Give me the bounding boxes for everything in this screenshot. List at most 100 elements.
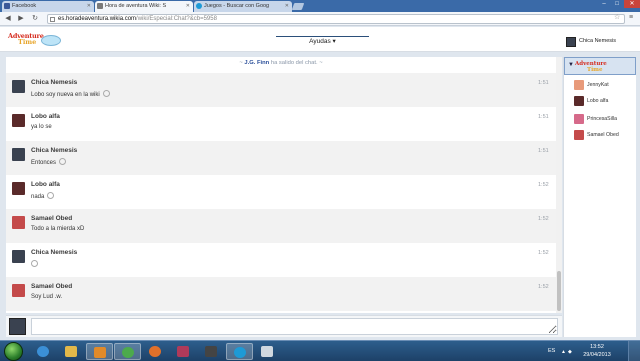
winrar-icon: [177, 346, 189, 357]
language-indicator[interactable]: ES: [548, 348, 555, 354]
back-icon[interactable]: ◀: [4, 15, 12, 23]
message-time: 1:51: [538, 148, 549, 154]
taskbar-firefox[interactable]: [142, 343, 169, 360]
avatar[interactable]: [12, 250, 25, 263]
chevron-down-icon[interactable]: ▼: [568, 62, 574, 68]
user-list-item[interactable]: JennyKat: [574, 80, 634, 92]
message-text: ya lo se: [31, 124, 52, 130]
taskbar-skype[interactable]: [226, 343, 253, 360]
tab-facebook[interactable]: Facebook ✕: [2, 1, 94, 12]
ie-icon: [37, 346, 49, 357]
message-time: 1:51: [538, 114, 549, 120]
room-header[interactable]: ▼ Adventure Time: [564, 57, 636, 75]
avatar[interactable]: [12, 182, 25, 195]
emoticon-icon: [31, 260, 38, 267]
alert-user[interactable]: J.G. Finn: [244, 60, 269, 66]
close-icon[interactable]: ✕: [87, 3, 91, 9]
skype-search-icon: [196, 3, 202, 9]
close-icon[interactable]: ✕: [186, 3, 190, 9]
help-dropdown[interactable]: Ayudas ▾: [276, 36, 369, 45]
chat-message-list: ~ J.G. Finn ha salido del chat. ~ Chica …: [6, 57, 556, 313]
network-icon[interactable]: ▲: [561, 349, 566, 355]
chrome-icon: [122, 347, 134, 358]
message-text: nada: [31, 192, 55, 200]
message-user[interactable]: Lobo alfa: [31, 181, 60, 188]
chat-message: Samael Obed Todo a la mierda xD 1:52: [6, 209, 556, 243]
wikia-icon: [97, 3, 103, 9]
chat-scrollbar[interactable]: [556, 57, 562, 313]
message-user[interactable]: Chica Nemesis: [31, 147, 77, 154]
chat-message: Lobo alfa ya lo se 1:51: [6, 107, 556, 141]
user-list-item[interactable]: PrincesaSilla: [574, 114, 634, 126]
taskbar-explorer[interactable]: [58, 343, 85, 360]
chat-message: Chica Nemesis Lobo soy nueva en la wiki …: [6, 73, 556, 107]
avatar[interactable]: [12, 114, 25, 127]
chat-message-input[interactable]: [31, 318, 558, 335]
adventure-time-logo[interactable]: Adventure Time: [8, 32, 62, 47]
reload-icon[interactable]: ↻: [31, 15, 39, 23]
message-user[interactable]: Chica Nemesis: [31, 249, 77, 256]
url-path: /wiki/Especial:Chat?&cb=5958: [136, 16, 217, 22]
avatar: [574, 130, 584, 140]
volume-icon[interactable]: ◆: [568, 349, 572, 355]
facebook-icon: [4, 3, 10, 9]
url-host: es.horadeaventura.wikia.com: [58, 16, 137, 22]
avatar: [574, 80, 584, 90]
avatar[interactable]: [12, 148, 25, 161]
wrench-icon[interactable]: ≡: [629, 14, 633, 21]
message-user[interactable]: Lobo alfa: [31, 113, 60, 120]
wiki-header: Adventure Time Ayudas ▾ Chica Nemesis: [0, 27, 640, 52]
taskbar-game[interactable]: [198, 343, 225, 360]
minimize-button[interactable]: –: [598, 0, 610, 8]
bookmark-star-icon[interactable]: ☆: [614, 13, 620, 21]
taskbar-winrar[interactable]: [170, 343, 197, 360]
message-body: Entonces: [31, 160, 57, 166]
address-bar[interactable]: es.horadeaventura.wikia.com/wiki/Especia…: [47, 14, 625, 24]
message-time: 1:52: [538, 182, 549, 188]
message-user[interactable]: Samael Obed: [31, 283, 72, 290]
start-button[interactable]: [4, 342, 23, 361]
message-user[interactable]: Samael Obed: [31, 215, 72, 222]
tab-label: Facebook: [12, 3, 37, 9]
close-icon[interactable]: ✕: [285, 3, 289, 9]
close-window-button[interactable]: ✕: [624, 0, 640, 8]
user-list-item[interactable]: Lobo alfa: [574, 96, 634, 108]
avatar[interactable]: [12, 80, 25, 93]
message-text: Soy Lud .w.: [31, 294, 63, 300]
emoticon-icon: [102, 90, 110, 97]
taskbar-files[interactable]: [254, 343, 281, 360]
message-body: Lobo soy nueva en la wiki: [31, 92, 100, 98]
game-icon: [205, 346, 217, 357]
user-list-item[interactable]: Samael Obed: [574, 130, 634, 142]
message-body: nada: [31, 194, 45, 200]
skype-icon: [234, 347, 246, 358]
clock-time: 13:52: [590, 344, 604, 350]
room-logo-text-2: Time: [587, 67, 603, 73]
taskbar-ie[interactable]: [30, 343, 57, 360]
tab-hora-de-aventura[interactable]: Hora de aventura Wiki: S ✕: [95, 1, 193, 12]
current-user[interactable]: Chica Nemesis: [566, 37, 636, 47]
files-icon: [261, 346, 273, 357]
message-time: 1:52: [538, 284, 549, 290]
user-list-rail: ▼ Adventure Time JennyKat Lobo alfa Prin…: [563, 57, 636, 337]
logo-cloud-icon: [41, 35, 61, 46]
maximize-button[interactable]: □: [611, 0, 623, 8]
chat-message: Chica Nemesis Entonces 1:51: [6, 141, 556, 175]
user-list-name: Lobo alfa: [587, 98, 609, 104]
forward-icon[interactable]: ▶: [17, 15, 25, 23]
taskbar-media-player[interactable]: [86, 343, 113, 360]
message-text: Entonces: [31, 158, 67, 166]
tab-juegos[interactable]: Juegos - Buscar con Goog ✕: [194, 1, 292, 12]
logo-text-2: Time: [18, 38, 37, 46]
show-desktop-button[interactable]: [628, 341, 640, 361]
scrollbar-thumb[interactable]: [557, 271, 561, 311]
system-clock[interactable]: 13:52 29/04/2013: [575, 343, 619, 359]
inline-alert: ~ J.G. Finn ha salido del chat. ~: [239, 60, 323, 66]
avatar: [9, 318, 26, 335]
new-tab-button[interactable]: [291, 3, 305, 10]
avatar: [574, 114, 584, 124]
avatar[interactable]: [12, 284, 25, 297]
avatar[interactable]: [12, 216, 25, 229]
taskbar-chrome[interactable]: [114, 343, 141, 360]
message-user[interactable]: Chica Nemesis: [31, 79, 77, 86]
